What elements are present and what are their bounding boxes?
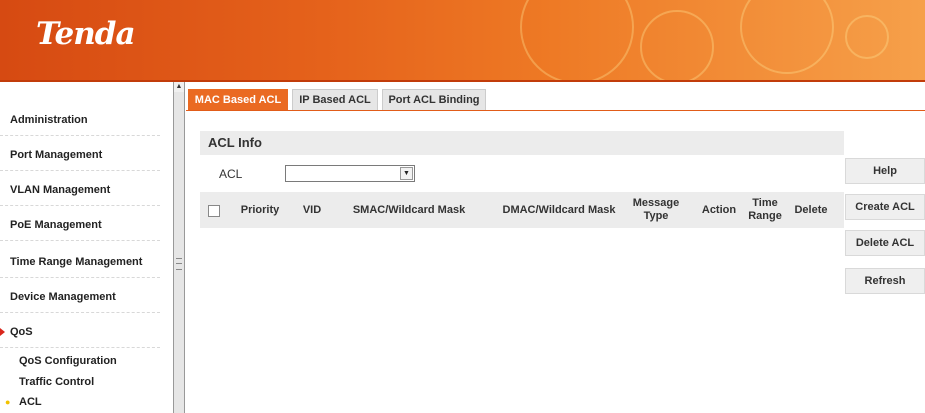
column-header-delete: Delete — [794, 203, 828, 216]
sidebar-subitem-traffic-control[interactable]: Traffic Control — [19, 376, 94, 388]
decor-circle — [640, 10, 714, 80]
decor-circle — [520, 0, 634, 80]
sidebar-item-vlan-management[interactable]: VLAN Management — [0, 174, 160, 206]
column-header-time-range: Time Range — [748, 197, 782, 222]
column-header-dmac: DMAC/Wildcard Mask — [502, 203, 616, 216]
tab-ip-based-acl[interactable]: IP Based ACL — [292, 89, 378, 110]
sidebar-subitem-qos-configuration[interactable]: QoS Configuration — [19, 355, 117, 367]
delete-acl-button[interactable]: Delete ACL — [845, 230, 925, 256]
tab-port-acl-binding[interactable]: Port ACL Binding — [382, 89, 486, 110]
sidebar-item-label: QoS — [10, 326, 33, 338]
scroll-grip-icon — [176, 258, 182, 270]
section-title: ACL Info — [200, 131, 844, 155]
sidebar-item-poe-management[interactable]: PoE Management — [0, 209, 160, 241]
selected-bullet-icon: ● — [5, 397, 11, 407]
scroll-thumb[interactable] — [174, 92, 184, 413]
sidebar-subitem-label: ACL — [19, 396, 42, 408]
column-header-vid: VID — [302, 203, 322, 216]
sidebar-item-time-range-management[interactable]: Time Range Management — [0, 246, 160, 278]
sidebar-subitem-acl[interactable]: ● ACL — [5, 396, 42, 408]
decor-circle — [740, 0, 834, 74]
scroll-up-arrow-icon[interactable]: ▲ — [175, 82, 183, 92]
sidebar-nav: Administration Port Management VLAN Mana… — [0, 82, 172, 413]
create-acl-button[interactable]: Create ACL — [845, 194, 925, 220]
column-header-smac: SMAC/Wildcard Mask — [352, 203, 466, 216]
sidebar-item-port-management[interactable]: Port Management — [0, 139, 160, 171]
acl-table-header: Priority VID SMAC/Wildcard Mask DMAC/Wil… — [200, 192, 844, 228]
sidebar-item-device-management[interactable]: Device Management — [0, 281, 160, 313]
expanded-marker-icon — [0, 328, 5, 336]
refresh-button[interactable]: Refresh — [845, 268, 925, 294]
tab-mac-based-acl[interactable]: MAC Based ACL — [188, 89, 288, 110]
top-banner: Tenda — [0, 0, 925, 82]
acl-select[interactable]: ▼ — [285, 165, 415, 182]
sidebar-scrollbar[interactable]: ▲ — [173, 82, 185, 413]
column-header-message-type: Message Type — [632, 197, 680, 222]
tab-bar: MAC Based ACL IP Based ACL Port ACL Bind… — [186, 89, 925, 111]
column-header-action: Action — [701, 203, 737, 216]
select-all-checkbox[interactable] — [208, 205, 220, 217]
sidebar-item-qos[interactable]: QoS — [0, 316, 160, 348]
acl-label: ACL — [219, 167, 243, 181]
brand-logo: Tenda — [36, 16, 136, 52]
dropdown-arrow-icon[interactable]: ▼ — [400, 167, 413, 180]
sidebar-item-administration[interactable]: Administration — [0, 104, 160, 136]
column-header-priority: Priority — [240, 203, 280, 216]
decor-circle — [845, 15, 889, 59]
help-button[interactable]: Help — [845, 158, 925, 184]
